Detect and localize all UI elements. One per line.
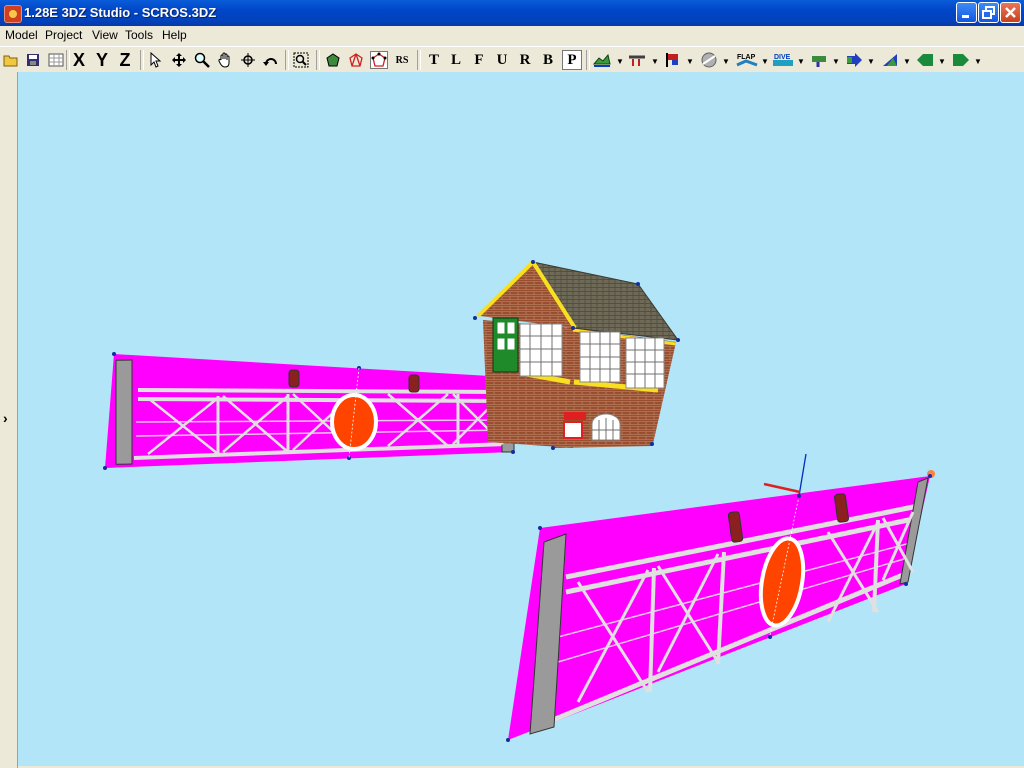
move-icon[interactable]	[170, 51, 188, 69]
axis-y-button[interactable]: Y	[93, 50, 111, 70]
menu-help[interactable]: Help	[162, 28, 187, 42]
chevron-down-icon[interactable]: ▼	[686, 57, 694, 66]
restore-icon	[982, 6, 995, 19]
scene-canvas[interactable]	[18, 72, 1024, 766]
chevron-down-icon[interactable]: ▼	[867, 57, 875, 66]
pentagon-right-icon[interactable]	[952, 51, 970, 69]
flap-icon[interactable]: FLAP	[736, 51, 758, 69]
zoom-icon[interactable]	[193, 51, 211, 69]
minimize-icon	[962, 15, 969, 18]
chevron-down-icon[interactable]: ▼	[761, 57, 769, 66]
wedge-icon[interactable]	[881, 51, 899, 69]
view-left-button[interactable]: L	[447, 51, 465, 69]
signal-icon[interactable]	[664, 51, 682, 69]
open-icon[interactable]	[2, 51, 20, 69]
main-toolbar: X Y Z RS T L F U R B P ▼ ▼ ▼ ▼ FLAP ▼ DI…	[0, 46, 1024, 73]
menu-project[interactable]: Project	[45, 28, 82, 42]
chevron-down-icon[interactable]: ▼	[832, 57, 840, 66]
title-bar: 1.28E 3DZ Studio - SCROS.3DZ	[0, 0, 1024, 26]
arrow-left-shape-icon[interactable]	[916, 51, 934, 69]
gate-model-2[interactable]	[506, 453, 935, 742]
solid-icon[interactable]	[324, 51, 342, 69]
chevron-down-icon[interactable]: ▼	[974, 57, 982, 66]
rotate-icon[interactable]	[239, 51, 257, 69]
restore-button[interactable]	[978, 2, 999, 23]
left-side-panel: ›	[0, 72, 18, 768]
terrain-icon[interactable]	[593, 51, 611, 69]
minimize-button[interactable]	[956, 2, 977, 23]
axis-x-button[interactable]: X	[70, 50, 88, 70]
chevron-down-icon[interactable]: ▼	[797, 57, 805, 66]
arrow-right-shape-icon[interactable]	[845, 51, 863, 69]
point-icon[interactable]	[370, 51, 388, 69]
pan-hand-icon[interactable]	[216, 51, 234, 69]
save-icon[interactable]	[24, 51, 42, 69]
chevron-down-icon[interactable]: ▼	[616, 57, 624, 66]
menu-tools[interactable]: Tools	[125, 28, 153, 42]
signal-box-model[interactable]	[473, 258, 680, 450]
menu-bar: Model Project View Tools Help	[0, 26, 1024, 44]
rs-button[interactable]: RS	[393, 51, 411, 69]
chevron-down-icon[interactable]: ▼	[903, 57, 911, 66]
view-right-button[interactable]: R	[516, 51, 534, 69]
boat-icon[interactable]	[810, 51, 828, 69]
dive-label: DIVE	[774, 54, 791, 61]
chevron-down-icon[interactable]: ▼	[938, 57, 946, 66]
dive-icon[interactable]: DIVE	[772, 51, 794, 69]
select-arrow-icon[interactable]	[146, 51, 164, 69]
grid-icon[interactable]	[47, 51, 65, 69]
view-back-button[interactable]: B	[539, 51, 557, 69]
zoom-fit-icon[interactable]	[292, 51, 310, 69]
expand-panel-icon[interactable]: ›	[3, 410, 8, 426]
menu-model[interactable]: Model	[5, 28, 38, 42]
view-front-button[interactable]: F	[470, 51, 488, 69]
view-top-button[interactable]: T	[425, 51, 443, 69]
3d-viewport[interactable]	[18, 72, 1024, 766]
track-icon[interactable]	[628, 51, 646, 69]
chevron-down-icon[interactable]: ▼	[651, 57, 659, 66]
wire-icon[interactable]	[347, 51, 365, 69]
disc-icon[interactable]	[700, 51, 718, 69]
close-icon	[1005, 7, 1016, 18]
undo-icon[interactable]	[262, 51, 280, 69]
chevron-down-icon[interactable]: ▼	[722, 57, 730, 66]
app-icon[interactable]	[4, 5, 22, 23]
axis-z-button[interactable]: Z	[116, 50, 134, 70]
window-title: 1.28E 3DZ Studio - SCROS.3DZ	[24, 5, 217, 20]
view-under-button[interactable]: U	[493, 51, 511, 69]
gate-model-1[interactable]	[103, 352, 525, 470]
menu-view[interactable]: View	[92, 28, 118, 42]
view-perspective-button[interactable]: P	[562, 50, 582, 70]
close-button[interactable]	[1000, 2, 1021, 23]
